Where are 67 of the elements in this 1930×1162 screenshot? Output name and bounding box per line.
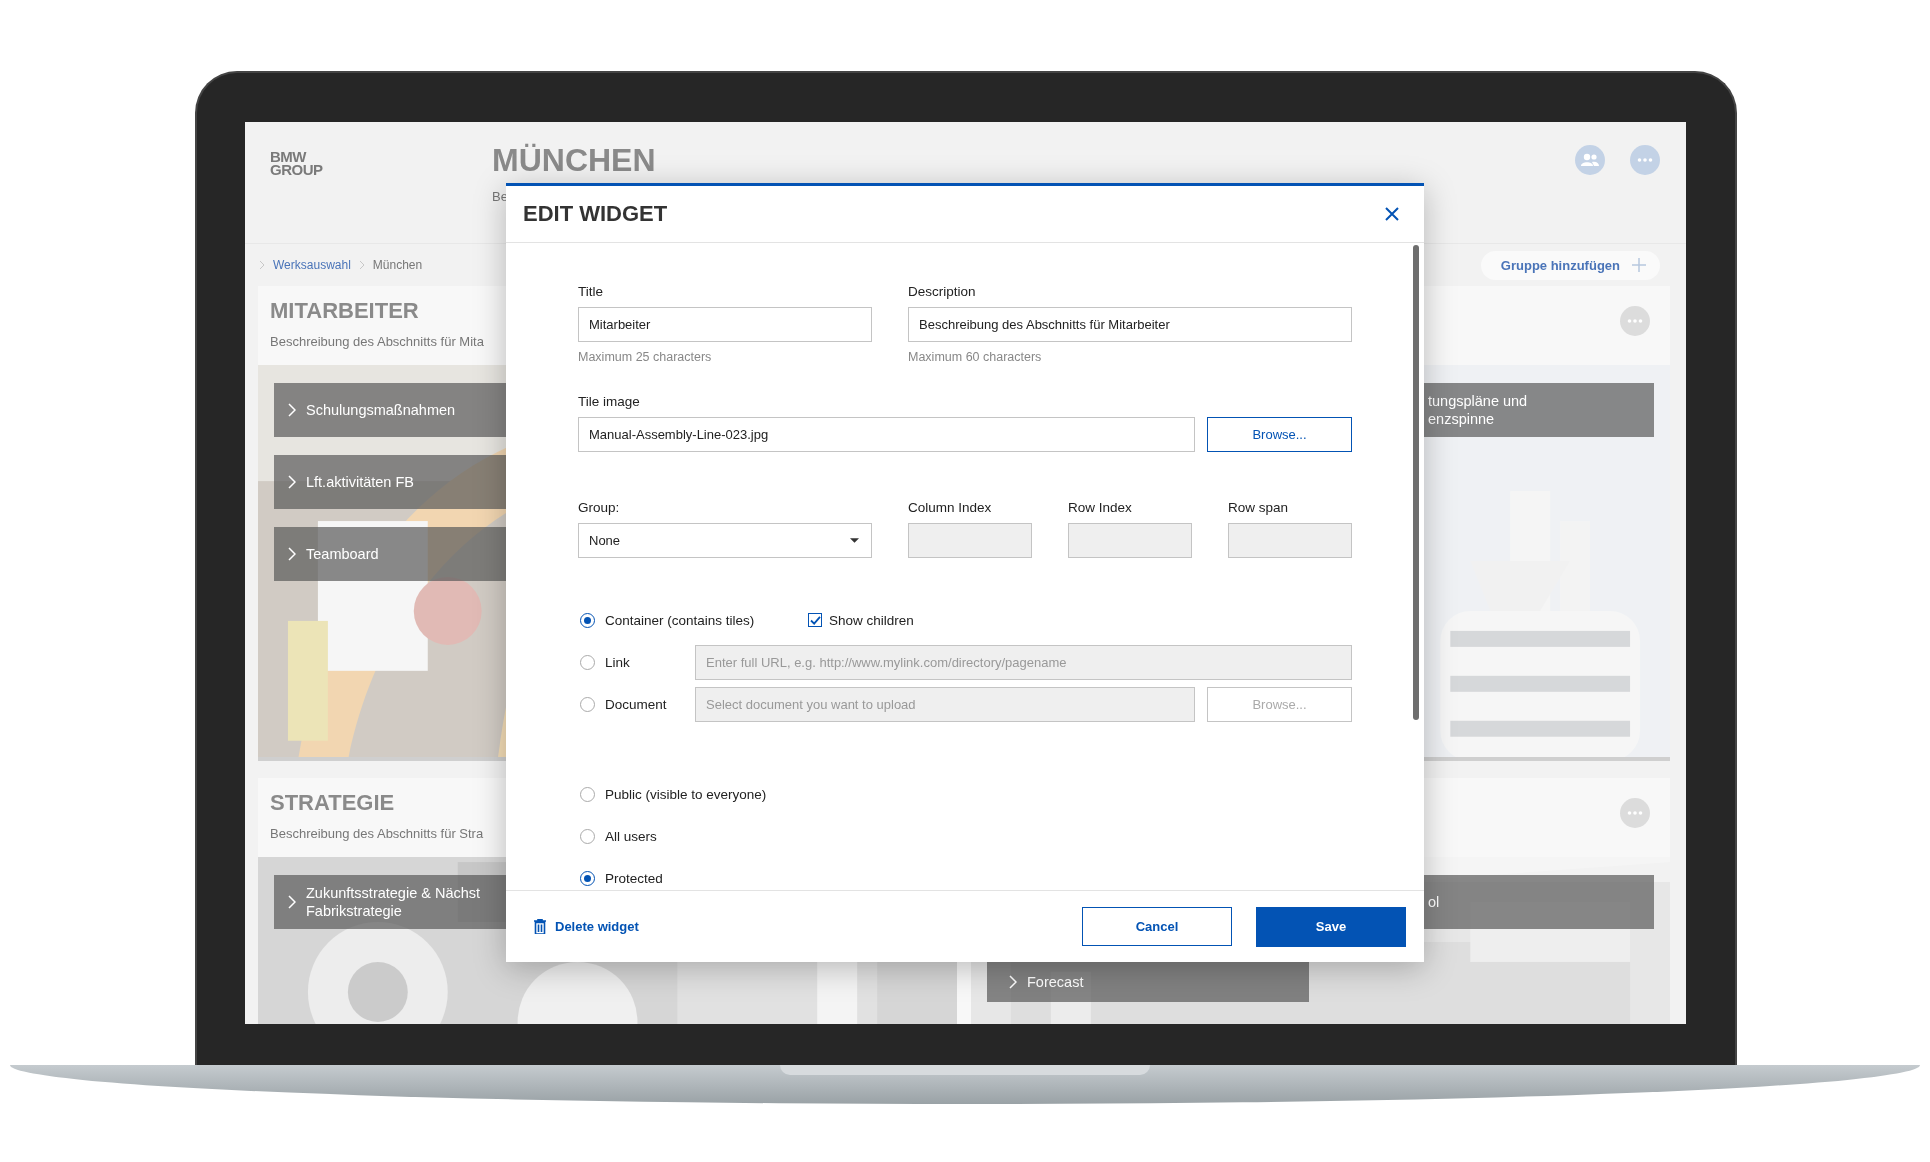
more-icon[interactable] bbox=[1620, 798, 1650, 828]
field-label: Group: bbox=[578, 499, 621, 516]
section-description: Beschreibung des Abschnitts für Stra bbox=[270, 826, 484, 841]
checkbox-label: Show children bbox=[829, 612, 914, 628]
tile[interactable]: Teamboard bbox=[274, 527, 506, 581]
chevron-right-icon bbox=[1009, 975, 1017, 989]
field-label: Row Index bbox=[1068, 499, 1133, 516]
breadcrumb-current: München bbox=[372, 258, 423, 272]
caret-icon bbox=[850, 538, 859, 543]
tile[interactable]: Zukunftsstrategie & Nächst Fabrikstrategie bbox=[274, 875, 506, 929]
browse-button[interactable]: Browse... bbox=[1207, 417, 1352, 452]
hint-text: Maximum 25 characters bbox=[578, 350, 713, 364]
radio-label: Public (visible to everyone) bbox=[605, 786, 767, 802]
checkbox[interactable] bbox=[808, 613, 822, 627]
chevron-right-icon bbox=[259, 260, 265, 270]
field-label: Description bbox=[908, 283, 977, 300]
plus-icon bbox=[1632, 258, 1646, 272]
more-icon[interactable] bbox=[1630, 145, 1660, 175]
tile-label: Schulungsmaßnahmen bbox=[306, 401, 456, 419]
field-label: Title bbox=[578, 283, 604, 300]
logo-text: BMW GROUP bbox=[269, 147, 324, 176]
description-field[interactable]: Beschreibung des Abschnitts für Mitarbeiter bbox=[908, 307, 1352, 342]
close-icon[interactable] bbox=[1385, 207, 1399, 221]
radio-label: All users bbox=[605, 828, 657, 844]
save-button[interactable]: Save bbox=[1256, 906, 1406, 947]
tile[interactable]: Schulungsmaßnahmen bbox=[274, 383, 506, 437]
tile-label: Forecast bbox=[1027, 973, 1084, 991]
chevron-right-icon bbox=[288, 547, 296, 561]
tile-label: tungspläne und enzspinne bbox=[1428, 392, 1528, 428]
more-icon[interactable] bbox=[1620, 306, 1650, 336]
chevron-right-icon bbox=[288, 403, 296, 417]
scrollbar[interactable] bbox=[1413, 245, 1419, 720]
tile[interactable]: ol bbox=[1424, 875, 1654, 929]
field-label: Tile image bbox=[578, 393, 641, 410]
tile[interactable]: tungspläne und enzspinne bbox=[1424, 383, 1654, 437]
title-field[interactable]: Mitarbeiter bbox=[578, 307, 872, 342]
browse-button[interactable]: Browse... bbox=[1207, 687, 1352, 722]
tile-label: Teamboard bbox=[306, 545, 379, 563]
group-dropdown[interactable]: None bbox=[578, 523, 872, 558]
radio-label: Container (contains tiles) bbox=[605, 612, 755, 628]
add-group-button[interactable]: Gruppe hinzufügen bbox=[1480, 250, 1660, 280]
cancel-button[interactable]: Cancel bbox=[1082, 907, 1232, 946]
section-title: MITARBEITER bbox=[270, 298, 420, 324]
chevron-right-icon bbox=[288, 475, 296, 489]
dialog-title: EDIT WIDGET bbox=[523, 201, 668, 227]
delete-button[interactable]: Delete widget bbox=[528, 918, 645, 935]
tile-label: ol bbox=[1428, 893, 1440, 911]
section-description: Beschreibung des Abschnitts für Mita bbox=[270, 334, 484, 349]
trash-icon bbox=[534, 919, 546, 934]
radio-label: Document bbox=[605, 697, 667, 712]
hint-text: Maximum 60 characters bbox=[908, 350, 1043, 364]
tile[interactable]: Forecast bbox=[987, 962, 1309, 1002]
field-label: Column Index bbox=[908, 499, 993, 516]
tile-label: Zukunftsstrategie & Nächst Fabrikstrategie bbox=[306, 884, 481, 920]
image-field[interactable]: Manual-Assembly-Line-023.jpg bbox=[578, 417, 1195, 452]
chevron-right-icon bbox=[288, 895, 296, 909]
users-icon[interactable] bbox=[1575, 145, 1605, 175]
checkmark-icon bbox=[809, 615, 821, 625]
section-title: STRATEGIE bbox=[270, 790, 396, 816]
tile-label: Lft.aktivitäten FB bbox=[306, 473, 414, 491]
breadcrumb-link[interactable]: Werksauswahl bbox=[273, 258, 351, 272]
tile[interactable]: Lft.aktivitäten FB bbox=[274, 455, 506, 509]
field-label: Row span bbox=[1228, 499, 1290, 516]
radio-label: Protected bbox=[605, 870, 663, 886]
page-title: MÜNCHEN bbox=[492, 142, 657, 179]
radio-label: Link bbox=[605, 655, 630, 670]
chevron-right-icon bbox=[358, 260, 365, 270]
